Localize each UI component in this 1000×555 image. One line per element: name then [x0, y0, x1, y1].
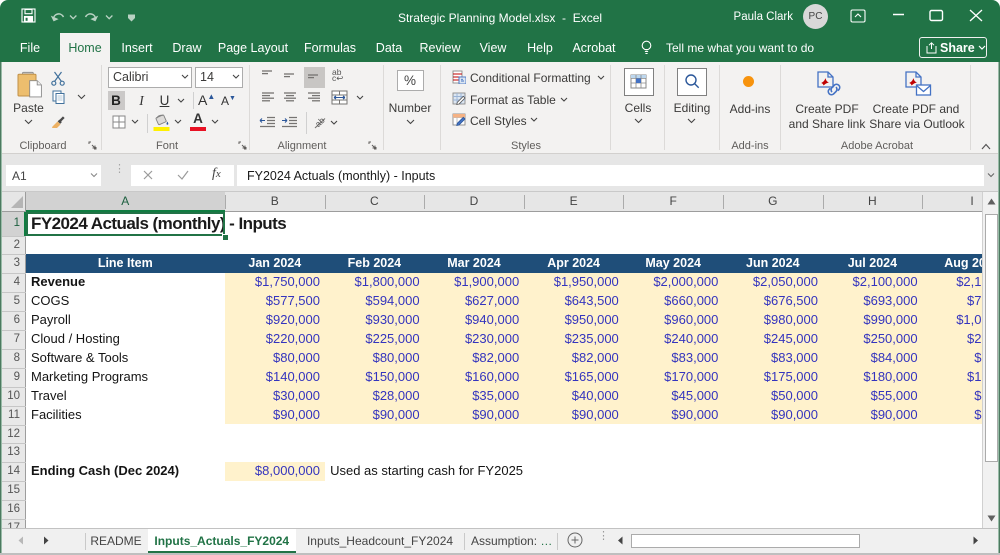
svg-text:ab: ab: [313, 115, 327, 129]
